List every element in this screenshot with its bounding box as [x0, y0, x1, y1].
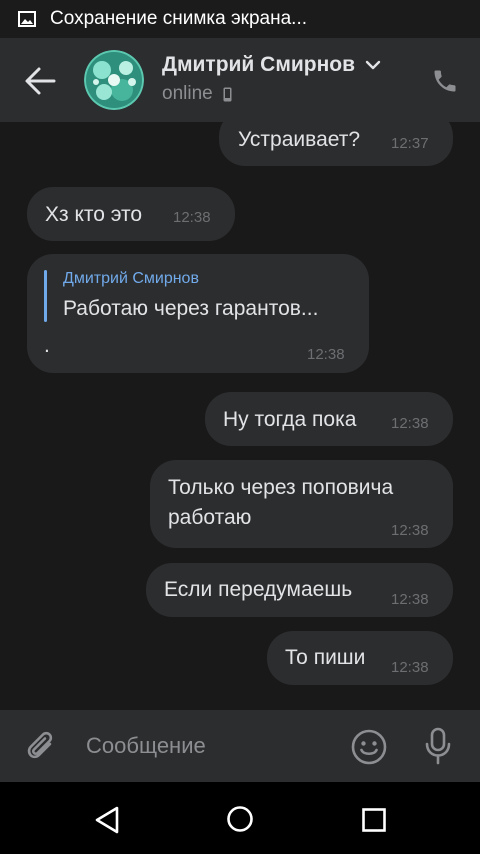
- message-time: 12:38: [173, 209, 211, 226]
- message-text: Ну тогда пока: [223, 408, 357, 431]
- message-bubble-outgoing[interactable]: Только через поповича работаю 12:38: [150, 460, 453, 548]
- presence-status: online: [162, 83, 213, 104]
- message-text-line-2: работаю: [168, 506, 252, 529]
- message-text: Устраивает?: [238, 128, 361, 151]
- message-bubble-incoming-reply[interactable]: Дмитрий Смирнов Работаю через гарантов..…: [27, 254, 369, 373]
- message-time: 12:38: [307, 346, 345, 363]
- smiley-icon[interactable]: [351, 729, 387, 765]
- contact-title[interactable]: Дмитрий Смирнов: [162, 53, 381, 77]
- message-time: 12:37: [391, 135, 429, 152]
- message-text-line-1: Только через поповича: [168, 476, 394, 499]
- phone-icon[interactable]: [431, 67, 459, 95]
- chat-header: Дмитрий Смирнов online: [0, 38, 480, 122]
- message-bubble-outgoing[interactable]: Ну тогда пока 12:38: [205, 392, 453, 446]
- square-recents-icon[interactable]: [361, 807, 387, 833]
- image-icon: [18, 11, 36, 27]
- message-input[interactable]: [86, 730, 336, 762]
- message-time: 12:38: [391, 591, 429, 608]
- message-text: Хз кто это: [45, 203, 143, 226]
- presence-row: online: [162, 83, 232, 105]
- message-bubble-outgoing[interactable]: Если передумаешь 12:38: [146, 563, 453, 617]
- avatar[interactable]: [84, 50, 144, 110]
- triangle-back-icon[interactable]: [93, 805, 121, 835]
- message-bubble-outgoing[interactable]: То пиши 12:38: [267, 631, 453, 685]
- chevron-down-icon: [365, 60, 381, 70]
- message-bubble-incoming[interactable]: Хз кто это 12:38: [27, 187, 235, 241]
- message-text: .: [44, 334, 50, 357]
- message-time: 12:38: [391, 415, 429, 432]
- circle-home-icon[interactable]: [226, 805, 254, 833]
- mobile-device-icon: [223, 87, 232, 101]
- message-text: Если передумаешь: [164, 578, 353, 601]
- notification-text: Сохранение снимка экрана...: [50, 8, 308, 29]
- message-time: 12:38: [391, 659, 429, 676]
- paperclip-icon[interactable]: [26, 730, 58, 764]
- system-nav-bar: [0, 782, 480, 854]
- message-bubble-outgoing[interactable]: Устраивает? 12:37: [219, 122, 453, 166]
- message-list[interactable]: Устраивает? 12:37 Хз кто это 12:38 Дмитр…: [0, 122, 480, 710]
- reply-preview-text[interactable]: Работаю через гарантов...: [63, 297, 318, 321]
- reply-author[interactable]: Дмитрий Смирнов: [63, 270, 199, 288]
- message-text: То пиши: [285, 646, 366, 669]
- microphone-icon[interactable]: [424, 727, 452, 765]
- message-time: 12:38: [391, 522, 429, 539]
- reply-accent-bar: [44, 270, 47, 322]
- status-bar: Сохранение снимка экрана...: [0, 0, 480, 38]
- contact-name: Дмитрий Смирнов: [162, 53, 356, 76]
- message-composer: [0, 710, 480, 782]
- arrow-left-icon[interactable]: [22, 64, 58, 98]
